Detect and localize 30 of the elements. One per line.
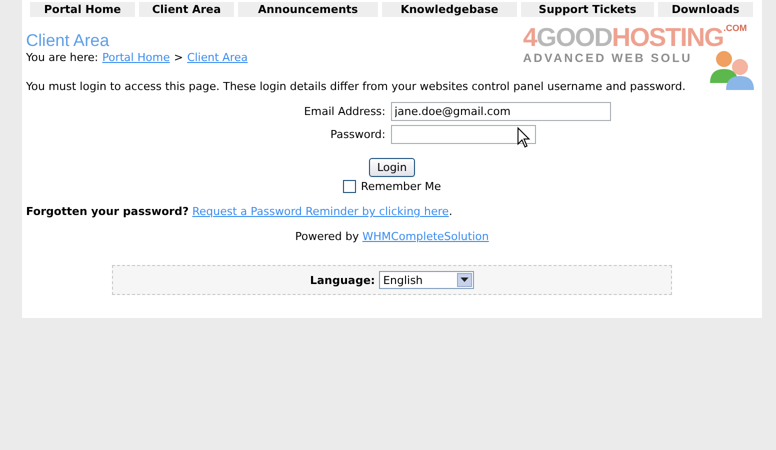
mouse-cursor-icon — [516, 127, 530, 149]
intro-text: You must login to access this page. These login details differ from your websites control panel username and password. — [26, 80, 687, 93]
nav-tab[interactable]: Downloads — [658, 2, 753, 17]
period: . — [448, 205, 452, 218]
remember-label: Remember Me — [360, 180, 442, 193]
logo-number: 4 — [523, 23, 536, 51]
language-label: Language: — [310, 274, 376, 286]
powered-by-label: Powered by — [295, 230, 359, 243]
logo-suffix: .COM — [723, 23, 747, 33]
dropdown-arrow-icon — [460, 277, 470, 283]
breadcrumb-label: You are here: — [26, 51, 98, 64]
logo-word: HOSTING — [612, 23, 724, 51]
email-label: Email Address: — [302, 105, 386, 118]
password-field[interactable] — [390, 125, 536, 144]
nav-tab[interactable]: Support Tickets — [521, 2, 654, 17]
remember-checkbox[interactable] — [342, 180, 356, 193]
breadcrumb-separator: > — [174, 51, 184, 64]
language-select[interactable]: English — [379, 271, 474, 289]
logo-word: GOOD — [536, 23, 612, 51]
password-label: Password: — [329, 128, 386, 141]
nav-tab[interactable]: Knowledgebase — [382, 2, 517, 17]
nav-tab[interactable]: Portal Home — [30, 2, 135, 17]
logo-tagline: ADVANCED WEB SOLU — [523, 51, 694, 65]
page-title: Client Area — [26, 31, 110, 51]
nav-tab[interactable]: Announcements — [238, 2, 378, 17]
login-button[interactable]: Login — [369, 158, 415, 177]
forgot-question: Forgotten your password? — [26, 205, 189, 218]
nav-tab[interactable]: Client Area — [139, 2, 234, 17]
users-icon — [708, 49, 756, 91]
email-field[interactable]: jane.doe@gmail.com — [390, 102, 610, 121]
